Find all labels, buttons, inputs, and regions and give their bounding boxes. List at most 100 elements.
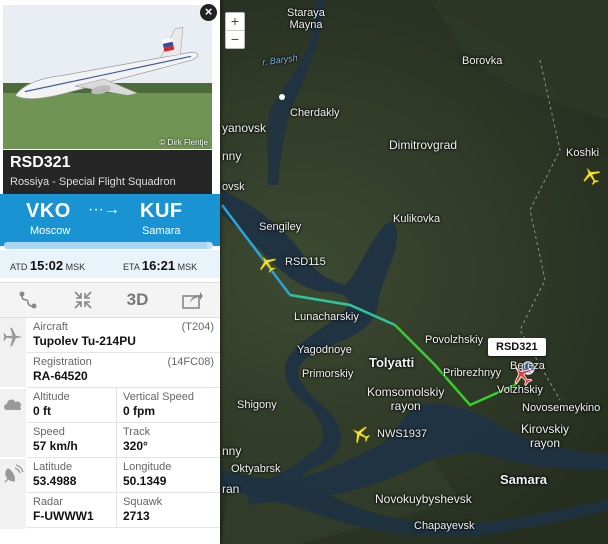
zoom-control: + − <box>225 12 245 49</box>
destination-city: Samara <box>142 225 181 237</box>
map-label-borovka: Borovka <box>462 55 503 67</box>
map-label-cherdakly: Cherdakly <box>290 107 340 119</box>
aircraft-image <box>3 5 212 149</box>
zoom-in-button[interactable]: + <box>226 13 244 30</box>
radar-value: F-UWWW1 <box>33 509 94 523</box>
route-banner: VKO Moscow ···→ KUF Samara <box>0 194 220 246</box>
map-label-povolzhskiy: Povolzhskiy <box>425 334 484 346</box>
map-label-kirovskiy: Kirovskiy rayon <box>521 422 570 450</box>
plane-icon[interactable] <box>580 164 602 191</box>
selected-flight-callout[interactable]: RSD321 <box>488 338 546 356</box>
vertical-speed-value: 0 fpm <box>123 404 156 418</box>
map-label-novokuybyshevsk: Novokuybyshevsk <box>375 492 472 506</box>
map-label-chapayevsk: Chapayevsk <box>414 520 475 532</box>
expand-button[interactable] <box>55 283 110 317</box>
origin-city: Moscow <box>30 225 71 237</box>
plane-side-icon <box>3 327 23 347</box>
map-label-ovsk: ovsk <box>222 181 245 193</box>
route-button[interactable] <box>0 283 55 317</box>
flight-info-panel: © Dirk Flentje × RSD321 Rossiya - Specia… <box>0 0 220 544</box>
flight-times: ATD 15:02 MSK ETA 16:21 MSK <box>0 250 220 278</box>
squawk-value: 2713 <box>123 509 150 523</box>
weather-section-icon-bar <box>0 389 26 457</box>
map-label-yanovsk: yanovsk <box>222 121 267 135</box>
radar-label: Radar <box>33 496 63 508</box>
atd-timezone: MSK <box>65 262 86 272</box>
registration-row: Registration RA-64520 (14FC08) <box>27 353 220 388</box>
eta-time: 16:21 <box>141 258 176 273</box>
panel-toolbar: 3D <box>0 282 220 318</box>
position-row: Latitude 53.4988 Longitude 50.1349 <box>27 458 220 493</box>
flight-details-grid: Aircraft Tupolev Tu-214PU (T204) Registr… <box>27 318 220 528</box>
latitude-value: 53.4988 <box>33 474 77 488</box>
map-label-ran: ran <box>222 482 240 496</box>
plane-label-rsd115: RSD115 <box>285 256 326 268</box>
expand-icon <box>73 291 92 309</box>
aircraft-row: Aircraft Tupolev Tu-214PU (T204) <box>27 318 220 353</box>
speed-value: 57 km/h <box>33 439 78 453</box>
flight-progress-fill <box>4 242 207 249</box>
longitude-label: Longitude <box>123 461 172 473</box>
plane-label-nws1937: NWS1937 <box>377 428 428 440</box>
satellite-dish-icon <box>4 464 24 483</box>
map-label-nny-2: nny <box>222 444 242 458</box>
aircraft-photo: © Dirk Flentje <box>3 5 212 149</box>
map-label-koshki: Koshki <box>566 147 600 159</box>
flight-callsign: RSD321 <box>10 154 71 171</box>
map-label-yagodnoye: Yagodnoye <box>297 344 352 356</box>
atd-time: 15:02 <box>29 258 64 273</box>
speed-row: Speed 57 km/h Track 320° <box>27 423 220 458</box>
map-label-nny: nny <box>222 149 242 163</box>
track-label: Track <box>123 426 151 438</box>
track-value: 320° <box>123 439 148 453</box>
zoom-out-button[interactable]: − <box>226 30 244 48</box>
photo-credit: © Dirk Flentje <box>159 138 208 147</box>
share-icon <box>181 292 203 309</box>
map-label-pribrezhnyy: Pribrezhnyy <box>443 367 502 379</box>
map-label-staraya-mayna: Staraya Mayna <box>287 7 325 31</box>
aircraft-section-icon-bar <box>0 318 26 387</box>
flight-progress-bar <box>4 242 213 249</box>
selected-plane-icon[interactable] <box>510 363 534 392</box>
altitude-value: 0 ft <box>33 404 51 418</box>
plane-icon[interactable] <box>349 423 371 450</box>
map-label-tolyatti: Tolyatti <box>369 355 415 370</box>
flight-header: RSD321 Rossiya - Special Flight Squadron <box>3 150 212 194</box>
vertical-speed-label: Vertical Speed <box>123 391 194 403</box>
eta-label: ETA <box>123 262 140 272</box>
squawk-label: Squawk <box>123 496 163 508</box>
radar-section-icon-bar <box>0 459 26 529</box>
speed-label: Speed <box>33 426 65 438</box>
map-label-lunacharskiy: Lunacharskiy <box>294 311 359 323</box>
close-button[interactable]: × <box>200 4 217 21</box>
view-3d-button[interactable]: 3D <box>110 283 165 317</box>
atd-label: ATD <box>10 262 28 272</box>
map-dot <box>279 94 285 100</box>
map-label-kulikovka: Kulikovka <box>393 213 441 225</box>
registration-value: RA-64520 <box>33 369 88 383</box>
route-icon <box>19 291 36 309</box>
map-label-sengiley: Sengiley <box>259 221 302 233</box>
map-label-samara: Samara <box>500 472 547 487</box>
latitude-label: Latitude <box>33 461 73 473</box>
aircraft-code: (T204) <box>181 321 214 333</box>
plane-icon[interactable] <box>256 252 278 279</box>
share-button[interactable] <box>165 283 220 317</box>
map-label-oktyabrsk: Oktyabrsk <box>231 463 281 475</box>
map-label-dimitrovgrad: Dimitrovgrad <box>389 138 458 152</box>
registration-code: (14FC08) <box>167 356 214 368</box>
radar-row: Radar F-UWWW1 Squawk 2713 <box>27 493 220 528</box>
map-label-komsomolskiy: Komsomolskiy rayon <box>367 385 445 413</box>
altitude-row: Altitude 0 ft Vertical Speed 0 fpm <box>27 388 220 423</box>
aircraft-value: Tupolev Tu-214PU <box>33 334 136 348</box>
cloud-icon <box>4 399 22 410</box>
origin-code[interactable]: VKO <box>26 200 71 223</box>
map-label-novosemeykino: Novosemeykino <box>522 402 601 414</box>
destination-code[interactable]: KUF <box>140 200 183 223</box>
map-label-primorskiy: Primorskiy <box>302 368 354 380</box>
map-label-shigony: Shigony <box>237 399 277 411</box>
airline-name: Rossiya - Special Flight Squadron <box>10 176 176 188</box>
eta-timezone: MSK <box>177 262 198 272</box>
longitude-value: 50.1349 <box>123 474 167 488</box>
route-arrow-icon: ···→ <box>88 201 120 218</box>
